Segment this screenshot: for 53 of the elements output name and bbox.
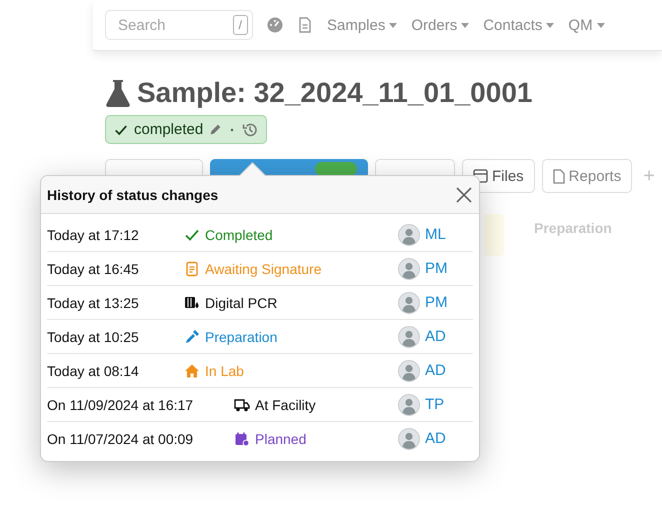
user-initials[interactable]: PM [425,260,448,277]
document-icon[interactable] [297,17,313,33]
popover-title: History of status changes [47,186,218,202]
nav-menu[interactable]: Orders [411,16,470,34]
document-icon [184,260,200,276]
user-initials[interactable]: AD [425,362,446,379]
status-badge[interactable]: completed [105,115,268,144]
avatar [398,394,420,416]
calendar-icon [234,430,250,446]
plate-icon [184,294,200,310]
document-icon [552,168,565,184]
change-time: On 11/07/2024 at 00:09 [47,430,194,446]
user-initials[interactable]: ML [425,226,446,243]
status-name: In Lab [205,362,244,378]
truck-icon [234,396,250,412]
user-initials[interactable]: PM [425,294,448,311]
user-initials[interactable]: TP [425,396,444,413]
status-name: Digital PCR [205,294,278,310]
avatar [398,326,420,348]
status-name: At Facility [255,396,316,412]
avatar [398,224,420,246]
avatar [398,428,420,450]
change-time: Today at 08:14 [47,362,140,378]
house-icon [184,362,200,378]
user-initials[interactable]: AD [425,328,446,345]
dropper-icon [184,328,200,344]
close-icon[interactable] [455,186,473,204]
status-name: Awaiting Signature [205,260,322,276]
user-initials[interactable]: AD [425,430,446,447]
flask-icon [105,79,131,107]
nav-menu[interactable]: Samples [327,16,398,34]
shortcut-key: / [232,15,248,35]
gauge-icon[interactable] [267,17,283,33]
change-time: Today at 17:12 [47,226,140,242]
history-icon[interactable] [242,122,258,138]
status-name: Planned [255,430,306,446]
change-time: Today at 13:25 [47,294,140,310]
status-name: Preparation [205,328,278,344]
sample-title: Sample: 32_2024_11_01_0001 [137,77,532,109]
reports-tab[interactable]: Reports [542,159,632,193]
status-label: completed [134,121,204,138]
check-icon [114,122,128,136]
avatar [398,360,420,382]
avatar [398,292,420,314]
change-time: On 11/09/2024 at 16:17 [47,396,194,412]
status-name: Completed [205,226,273,242]
avatar [398,258,420,280]
pencil-icon[interactable] [209,123,222,136]
nav-menu[interactable]: QM [568,16,605,34]
change-time: Today at 10:25 [47,328,140,344]
change-time: Today at 16:45 [47,260,140,276]
card-edge [484,214,504,256]
nav-menu[interactable]: Contacts [483,16,554,34]
